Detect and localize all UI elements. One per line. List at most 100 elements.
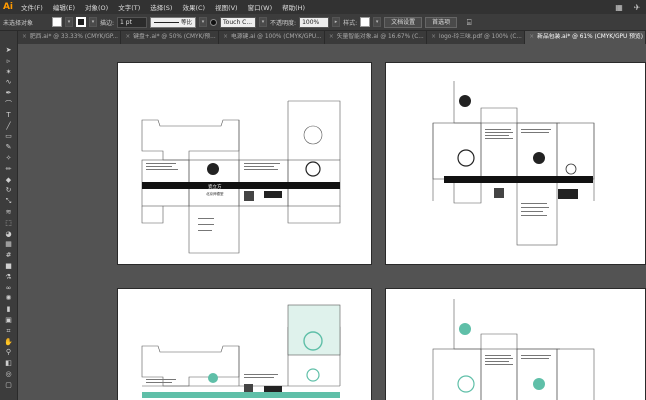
style-dropdown[interactable]: ▾ bbox=[373, 17, 382, 27]
eyedropper-tool-icon[interactable]: ⚗ bbox=[3, 272, 15, 283]
line-tool-icon[interactable]: ╱ bbox=[3, 121, 15, 132]
arrange-icon[interactable]: ⌸ bbox=[464, 18, 474, 27]
slice-tool-icon[interactable]: ⌗ bbox=[3, 326, 15, 337]
close-tab-icon[interactable]: × bbox=[22, 31, 27, 44]
scale-tool-icon[interactable]: ⤡ bbox=[3, 196, 15, 207]
document-tab[interactable]: × logo-玲三味.pdf @ 100% (C... bbox=[427, 31, 526, 44]
pencil-tool-icon[interactable]: ✏ bbox=[3, 164, 15, 175]
fill-stroke-icon[interactable]: ◧ bbox=[3, 358, 15, 369]
shape-builder-tool-icon[interactable]: ◕ bbox=[3, 229, 15, 240]
opacity-input[interactable]: 100% bbox=[299, 16, 330, 28]
magic-wand-tool-icon[interactable]: ✶ bbox=[3, 67, 15, 78]
brush-select[interactable]: Touch C... bbox=[220, 16, 257, 28]
drawing-modes-icon[interactable]: ◎ bbox=[3, 369, 15, 380]
fill-dropdown[interactable]: ▾ bbox=[65, 17, 73, 27]
app-logo: Ai bbox=[2, 2, 14, 12]
type-tool-icon[interactable]: T bbox=[3, 110, 15, 121]
free-transform-tool-icon[interactable]: ⬚ bbox=[3, 218, 15, 229]
stroke-profile-label: 等比 bbox=[181, 20, 193, 26]
shaper-tool-icon[interactable]: ✧ bbox=[3, 153, 15, 164]
stroke-label: 描边: bbox=[100, 19, 115, 27]
preferences-button[interactable]: 首选项 bbox=[425, 16, 458, 28]
document-tab[interactable]: × 矢量智能对象.ai @ 16.67% (C... bbox=[325, 31, 428, 44]
artboard-2[interactable] bbox=[385, 62, 646, 265]
menu-item[interactable]: 编辑(E) bbox=[48, 2, 80, 12]
dieline-artwork-1: 瓷立方 北京师德堂 bbox=[141, 100, 341, 254]
artboard-4[interactable] bbox=[385, 288, 646, 400]
menu-item[interactable]: 帮助(H) bbox=[277, 2, 310, 12]
close-tab-icon[interactable]: × bbox=[329, 31, 334, 44]
document-tab[interactable]: × 新品包装.ai* @ 61% (CMYK/GPU 预览) bbox=[525, 31, 646, 44]
stroke-profile-select[interactable]: 等比 bbox=[150, 16, 197, 28]
menu-bar: Ai 文件(F) 编辑(E) 对象(O) 文字(T) 选择(S) 效果(C) 视图(V) 窗口… bbox=[0, 0, 646, 14]
menu-item[interactable]: 窗口(W) bbox=[243, 2, 278, 12]
stroke-weight-input[interactable]: 1 pt bbox=[117, 16, 148, 28]
pen-tool-icon[interactable]: ✒ bbox=[3, 88, 15, 99]
send-icon[interactable]: ✈ bbox=[632, 3, 642, 12]
tab-label: 肥西.ai* @ 33.33% (CMYK/GP... bbox=[29, 34, 119, 40]
opacity-dropdown[interactable]: ▸ bbox=[332, 17, 341, 27]
mesh-tool-icon[interactable]: # bbox=[3, 250, 15, 261]
dieline-artwork-4 bbox=[432, 299, 595, 400]
direct-selection-tool-icon[interactable]: ▹ bbox=[3, 56, 15, 67]
rectangle-tool-icon[interactable]: ▭ bbox=[3, 131, 15, 142]
tab-label: 矢量智能对象.ai @ 16.67% (C... bbox=[336, 34, 424, 40]
tab-label: 键盘+.ai* @ 50% (CMYK/预... bbox=[133, 34, 216, 40]
menu-item[interactable]: 视图(V) bbox=[210, 2, 243, 12]
stroke-profile-dropdown[interactable]: ▾ bbox=[199, 17, 208, 27]
selection-tool-icon[interactable]: ➤ bbox=[3, 45, 15, 56]
package-sub-label-1: 北京师德堂 bbox=[206, 191, 224, 196]
dieline-artwork-3 bbox=[141, 304, 341, 398]
close-tab-icon[interactable]: × bbox=[223, 31, 228, 44]
lasso-tool-icon[interactable]: ∿ bbox=[3, 77, 15, 88]
tab-label: logo-玲三味.pdf @ 100% (C... bbox=[438, 34, 522, 40]
eraser-tool-icon[interactable]: ◆ bbox=[3, 175, 15, 186]
tools-panel: ➤ ▹ ✶ ∿ ✒ ⌒ T ╱ ▭ ✎ ✧ ✏ ◆ ↻ ⤡ ≋ ⬚ ◕ ▦ # ■ ⚗ ∞ ✺ ▮ ▣ ⌗ ✋ ⚲ ◧ ◎ ▢ bbox=[0, 31, 18, 400]
symbol-sprayer-tool-icon[interactable]: ✺ bbox=[3, 293, 15, 304]
stroke-dropdown[interactable]: ▾ bbox=[89, 17, 97, 27]
artboard-3[interactable] bbox=[117, 288, 372, 400]
perspective-tool-icon[interactable]: ▦ bbox=[3, 239, 15, 250]
package-label-1: 瓷立方 bbox=[208, 183, 222, 190]
menu-item[interactable]: 对象(O) bbox=[80, 2, 113, 12]
dieline-artwork-2 bbox=[432, 81, 595, 246]
brush-dropdown[interactable]: ▾ bbox=[259, 17, 268, 27]
paintbrush-tool-icon[interactable]: ✎ bbox=[3, 142, 15, 153]
close-tab-icon[interactable]: × bbox=[529, 31, 534, 44]
rotate-tool-icon[interactable]: ↻ bbox=[3, 185, 15, 196]
opacity-label: 不透明度: bbox=[270, 19, 297, 27]
document-tab[interactable]: × 键盘+.ai* @ 50% (CMYK/预... bbox=[121, 31, 220, 44]
close-tab-icon[interactable]: × bbox=[431, 31, 436, 44]
artboard-tool-icon[interactable]: ▣ bbox=[3, 315, 15, 326]
fill-swatch[interactable] bbox=[52, 17, 62, 27]
width-tool-icon[interactable]: ≋ bbox=[3, 207, 15, 218]
hand-tool-icon[interactable]: ✋ bbox=[3, 337, 15, 348]
artboard-1[interactable]: 瓷立方 北京师德堂 bbox=[117, 62, 372, 265]
style-label: 样式: bbox=[343, 19, 358, 27]
arrange-documents-icon[interactable]: ▦ bbox=[614, 3, 624, 12]
close-tab-icon[interactable]: × bbox=[125, 31, 130, 44]
selection-status: 未选择对象 bbox=[3, 19, 34, 27]
curvature-tool-icon[interactable]: ⌒ bbox=[3, 99, 15, 110]
tab-label: 新品包装.ai* @ 61% (CMYK/GPU 预览) bbox=[537, 34, 643, 40]
document-tab[interactable]: × 电源键.ai @ 100% (CMYK/GPU... bbox=[219, 31, 325, 44]
brush-dot-icon bbox=[210, 18, 218, 26]
document-tabs: × 肥西.ai* @ 33.33% (CMYK/GP... × 键盘+.ai* @ 5… bbox=[18, 31, 646, 44]
menu-item[interactable]: 文字(T) bbox=[113, 2, 145, 12]
menu-item[interactable]: 文件(F) bbox=[16, 2, 48, 12]
blend-tool-icon[interactable]: ∞ bbox=[3, 283, 15, 294]
menu-item[interactable]: 效果(C) bbox=[177, 2, 210, 12]
graph-tool-icon[interactable]: ▮ bbox=[3, 304, 15, 315]
document-setup-button[interactable]: 文档设置 bbox=[384, 16, 423, 28]
tab-label: 电源键.ai @ 100% (CMYK/GPU... bbox=[230, 34, 322, 40]
document-tab[interactable]: × 肥西.ai* @ 33.33% (CMYK/GP... bbox=[18, 31, 122, 44]
screen-mode-icon[interactable]: ▢ bbox=[3, 380, 15, 391]
menu-item[interactable]: 选择(S) bbox=[145, 2, 177, 12]
stroke-swatch[interactable] bbox=[76, 17, 86, 27]
control-bar: 未选择对象 ▾ ▾ 描边: 1 pt 等比 ▾ Touch C... ▾ 不透明… bbox=[0, 14, 646, 31]
menu-items: 文件(F) 编辑(E) 对象(O) 文字(T) 选择(S) 效果(C) 视图(V) 窗口(W)… bbox=[16, 2, 310, 12]
canvas-area[interactable]: 瓷立方 北京师德堂 bbox=[19, 44, 646, 400]
style-swatch[interactable] bbox=[360, 17, 371, 27]
gradient-tool-icon[interactable]: ■ bbox=[3, 261, 15, 272]
zoom-tool-icon[interactable]: ⚲ bbox=[3, 347, 15, 358]
